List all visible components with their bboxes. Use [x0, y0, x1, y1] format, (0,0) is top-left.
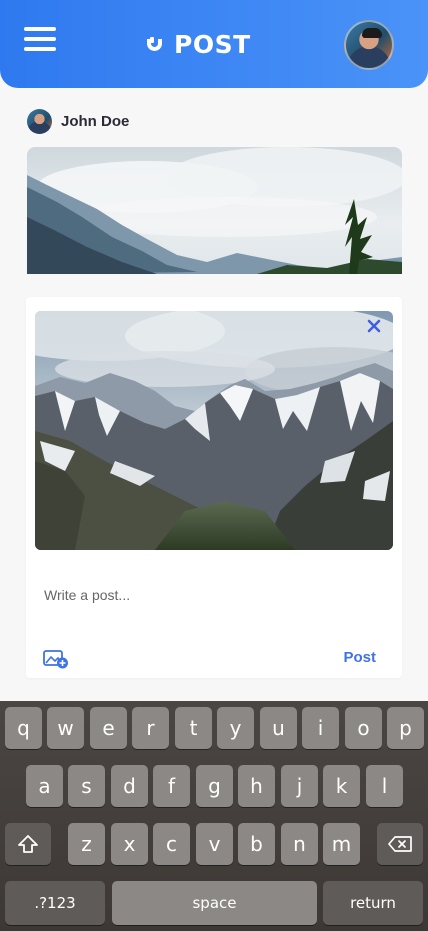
key-l[interactable]: l — [366, 765, 403, 807]
post-author: John Doe — [27, 108, 402, 134]
return-key[interactable]: return — [323, 881, 423, 925]
key-u[interactable]: u — [260, 707, 297, 749]
post-text-input[interactable] — [44, 587, 364, 603]
key-o[interactable]: o — [345, 707, 382, 749]
key-c[interactable]: c — [153, 823, 190, 865]
post-button[interactable]: Post — [343, 649, 376, 666]
app-header: POST — [0, 0, 428, 88]
key-x[interactable]: x — [111, 823, 148, 865]
space-key[interactable]: space — [112, 881, 317, 925]
author-name[interactable]: John Doe — [61, 113, 129, 130]
feed-post-image — [27, 147, 402, 274]
backspace-icon — [388, 836, 412, 852]
key-j[interactable]: j — [281, 765, 318, 807]
add-image-icon[interactable] — [43, 649, 69, 669]
key-q[interactable]: q — [5, 707, 42, 749]
key-g[interactable]: g — [196, 765, 233, 807]
numbers-key[interactable]: .?123 — [5, 881, 105, 925]
brand-name: POST — [174, 29, 251, 59]
key-k[interactable]: k — [323, 765, 360, 807]
key-i[interactable]: i — [302, 707, 339, 749]
key-d[interactable]: d — [111, 765, 148, 807]
feed-post: John Doe — [27, 108, 402, 274]
key-r[interactable]: r — [132, 707, 169, 749]
shift-key[interactable] — [5, 823, 51, 865]
key-b[interactable]: b — [238, 823, 275, 865]
key-w[interactable]: w — [47, 707, 84, 749]
on-screen-keyboard: q w e r t y u i o p a s d f g h j k l z … — [0, 701, 428, 931]
backspace-key[interactable] — [377, 823, 423, 865]
key-m[interactable]: m — [323, 823, 360, 865]
key-v[interactable]: v — [196, 823, 233, 865]
composer-overlay: Post — [0, 275, 428, 701]
key-n[interactable]: n — [281, 823, 318, 865]
profile-avatar[interactable] — [344, 20, 394, 70]
shift-icon — [18, 835, 38, 853]
key-a[interactable]: a — [26, 765, 63, 807]
key-e[interactable]: e — [90, 707, 127, 749]
key-t[interactable]: t — [175, 707, 212, 749]
hamburger-menu-icon[interactable] — [24, 27, 56, 53]
key-s[interactable]: s — [68, 765, 105, 807]
attached-image — [35, 311, 393, 550]
key-z[interactable]: z — [68, 823, 105, 865]
key-h[interactable]: h — [238, 765, 275, 807]
post-composer: Post — [26, 297, 402, 678]
key-f[interactable]: f — [153, 765, 190, 807]
author-avatar[interactable] — [27, 108, 52, 134]
close-icon[interactable] — [365, 317, 383, 335]
key-y[interactable]: y — [217, 707, 254, 749]
app-logo: POST — [147, 28, 251, 60]
key-p[interactable]: p — [387, 707, 424, 749]
logo-mark-icon — [147, 35, 162, 53]
